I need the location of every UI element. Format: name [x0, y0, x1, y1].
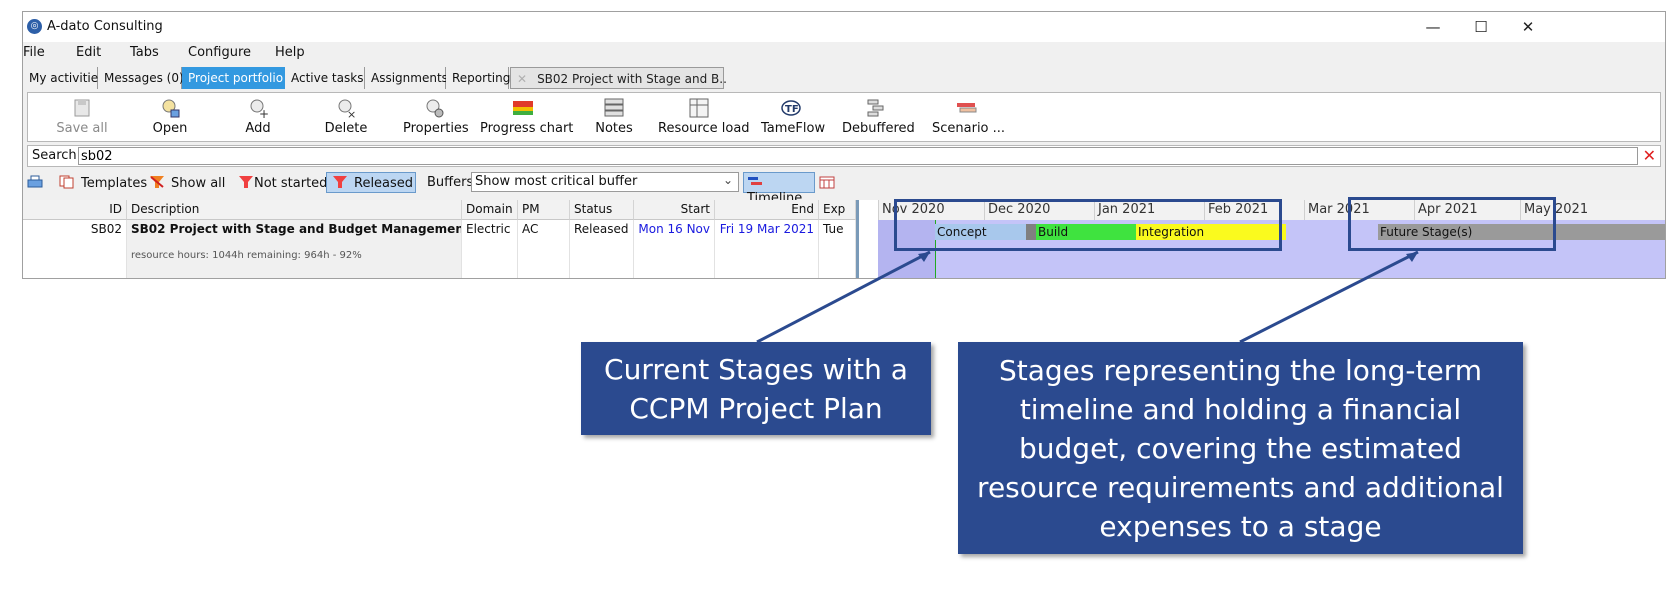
callout-current-stages: Current Stages with a CCPM Project Plan — [581, 342, 931, 435]
right-connector-line — [1239, 250, 1419, 344]
left-connector-line — [756, 250, 931, 344]
callout-future-stages: Stages representing the long-term timeli… — [958, 342, 1523, 554]
